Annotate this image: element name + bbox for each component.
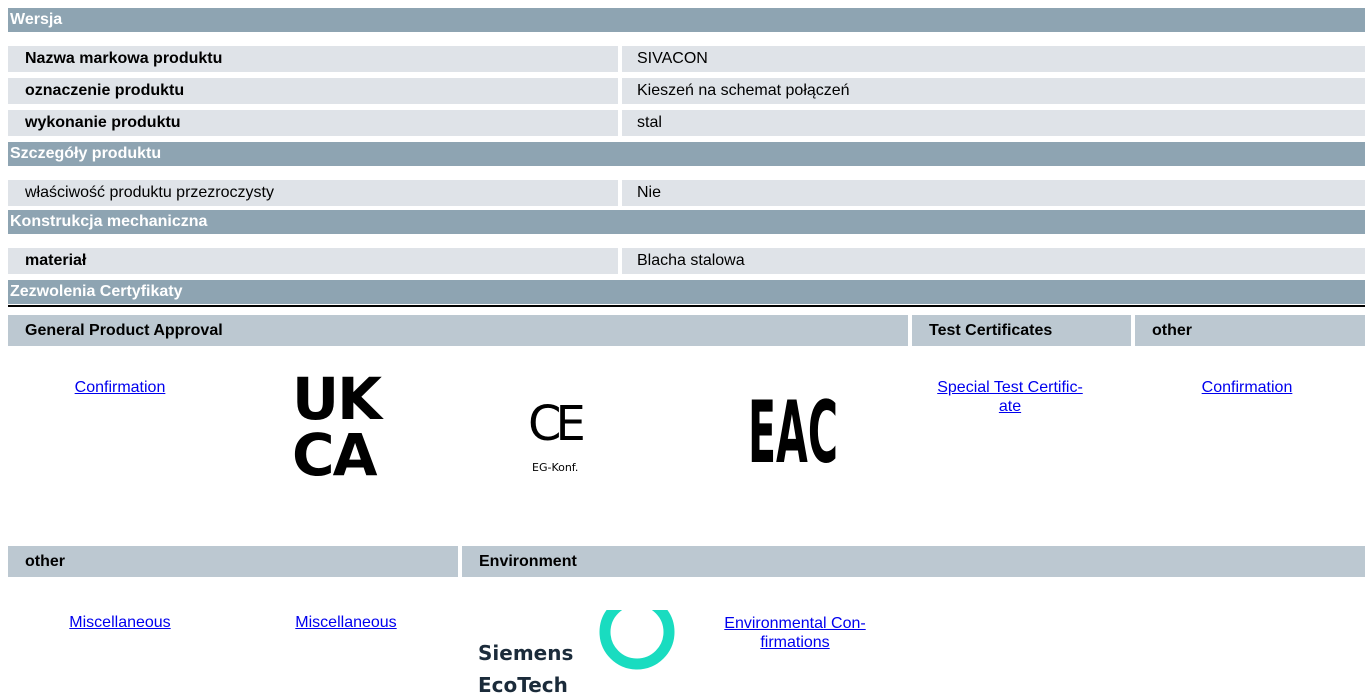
environmental-confirmations-link[interactable]: Environmental Con- firmations <box>700 614 890 652</box>
spec-value: stal <box>622 110 1365 136</box>
siemens-ecotech-logo: Siemens EcoTech <box>478 610 678 698</box>
spec-label: oznaczenie produktu <box>8 78 618 104</box>
section-header-zezwolenia: Zezwolenia Certyfikaty <box>8 280 1365 304</box>
ce-mark-caption: EG-Konf. <box>532 461 578 474</box>
eac-logo: EAC <box>748 380 838 483</box>
spec-row-designation: oznaczenie produktu Kieszeń na schemat p… <box>8 78 1365 104</box>
spec-value: Blacha stalowa <box>622 248 1365 274</box>
section-header-wersja: Wersja <box>8 8 1365 32</box>
spec-row-version: wykonanie produktu stal <box>8 110 1365 136</box>
spec-label: właściwość produktu przezroczysty <box>8 180 618 206</box>
spec-value: Kieszeń na schemat połączeń <box>622 78 1365 104</box>
link-line: Environmental Con- <box>724 615 866 632</box>
miscellaneous-link[interactable]: Miscellaneous <box>40 613 200 632</box>
spec-value: SIVACON <box>622 46 1365 72</box>
ecotech-logo-line1: Siemens <box>478 641 573 665</box>
link-line: ate <box>998 398 1022 415</box>
spec-label: Nazwa markowa produktu <box>8 46 618 72</box>
link-line: Special Test Certific- <box>937 379 1083 396</box>
miscellaneous-link[interactable]: Miscellaneous <box>266 613 426 632</box>
confirmation-link-other[interactable]: Confirmation <box>1162 378 1332 397</box>
section-divider <box>8 305 1365 307</box>
section-header-konstrukcja: Konstrukcja mechaniczna <box>8 210 1365 234</box>
ce-mark-symbol: CE <box>528 396 584 452</box>
certs-header-other: other <box>1135 315 1365 346</box>
link-line: firmations <box>760 634 830 651</box>
spec-row-material: materiał Blacha stalowa <box>8 248 1365 274</box>
ce-mark-logo: CE EG-Konf. <box>520 395 616 480</box>
ukca-logo-line2: CA <box>292 421 378 477</box>
section-header-szczegoly: Szczegóły produktu <box>8 142 1365 166</box>
eac-logo-text: EAC <box>748 383 838 464</box>
spec-value: Nie <box>622 180 1365 206</box>
spec-row-transparent: właściwość produktu przezroczysty Nie <box>8 180 1365 206</box>
spec-row-brand: Nazwa markowa produktu SIVACON <box>8 46 1365 72</box>
ecotech-logo-line2: EcoTech <box>478 673 568 697</box>
spec-label: wykonanie produktu <box>8 110 618 136</box>
env-header-other: other <box>8 546 458 577</box>
special-test-certificate-link[interactable]: Special Test Certific- ate <box>930 378 1090 416</box>
confirmation-link[interactable]: Confirmation <box>40 378 200 397</box>
ecotech-ring-icon <box>599 610 675 670</box>
certs-header-general: General Product Approval <box>8 315 908 346</box>
env-header-environment: Environment <box>462 546 1365 577</box>
ukca-logo: UK CA <box>292 365 400 489</box>
certs-header-test: Test Certificates <box>912 315 1131 346</box>
spec-label: materiał <box>8 248 618 274</box>
